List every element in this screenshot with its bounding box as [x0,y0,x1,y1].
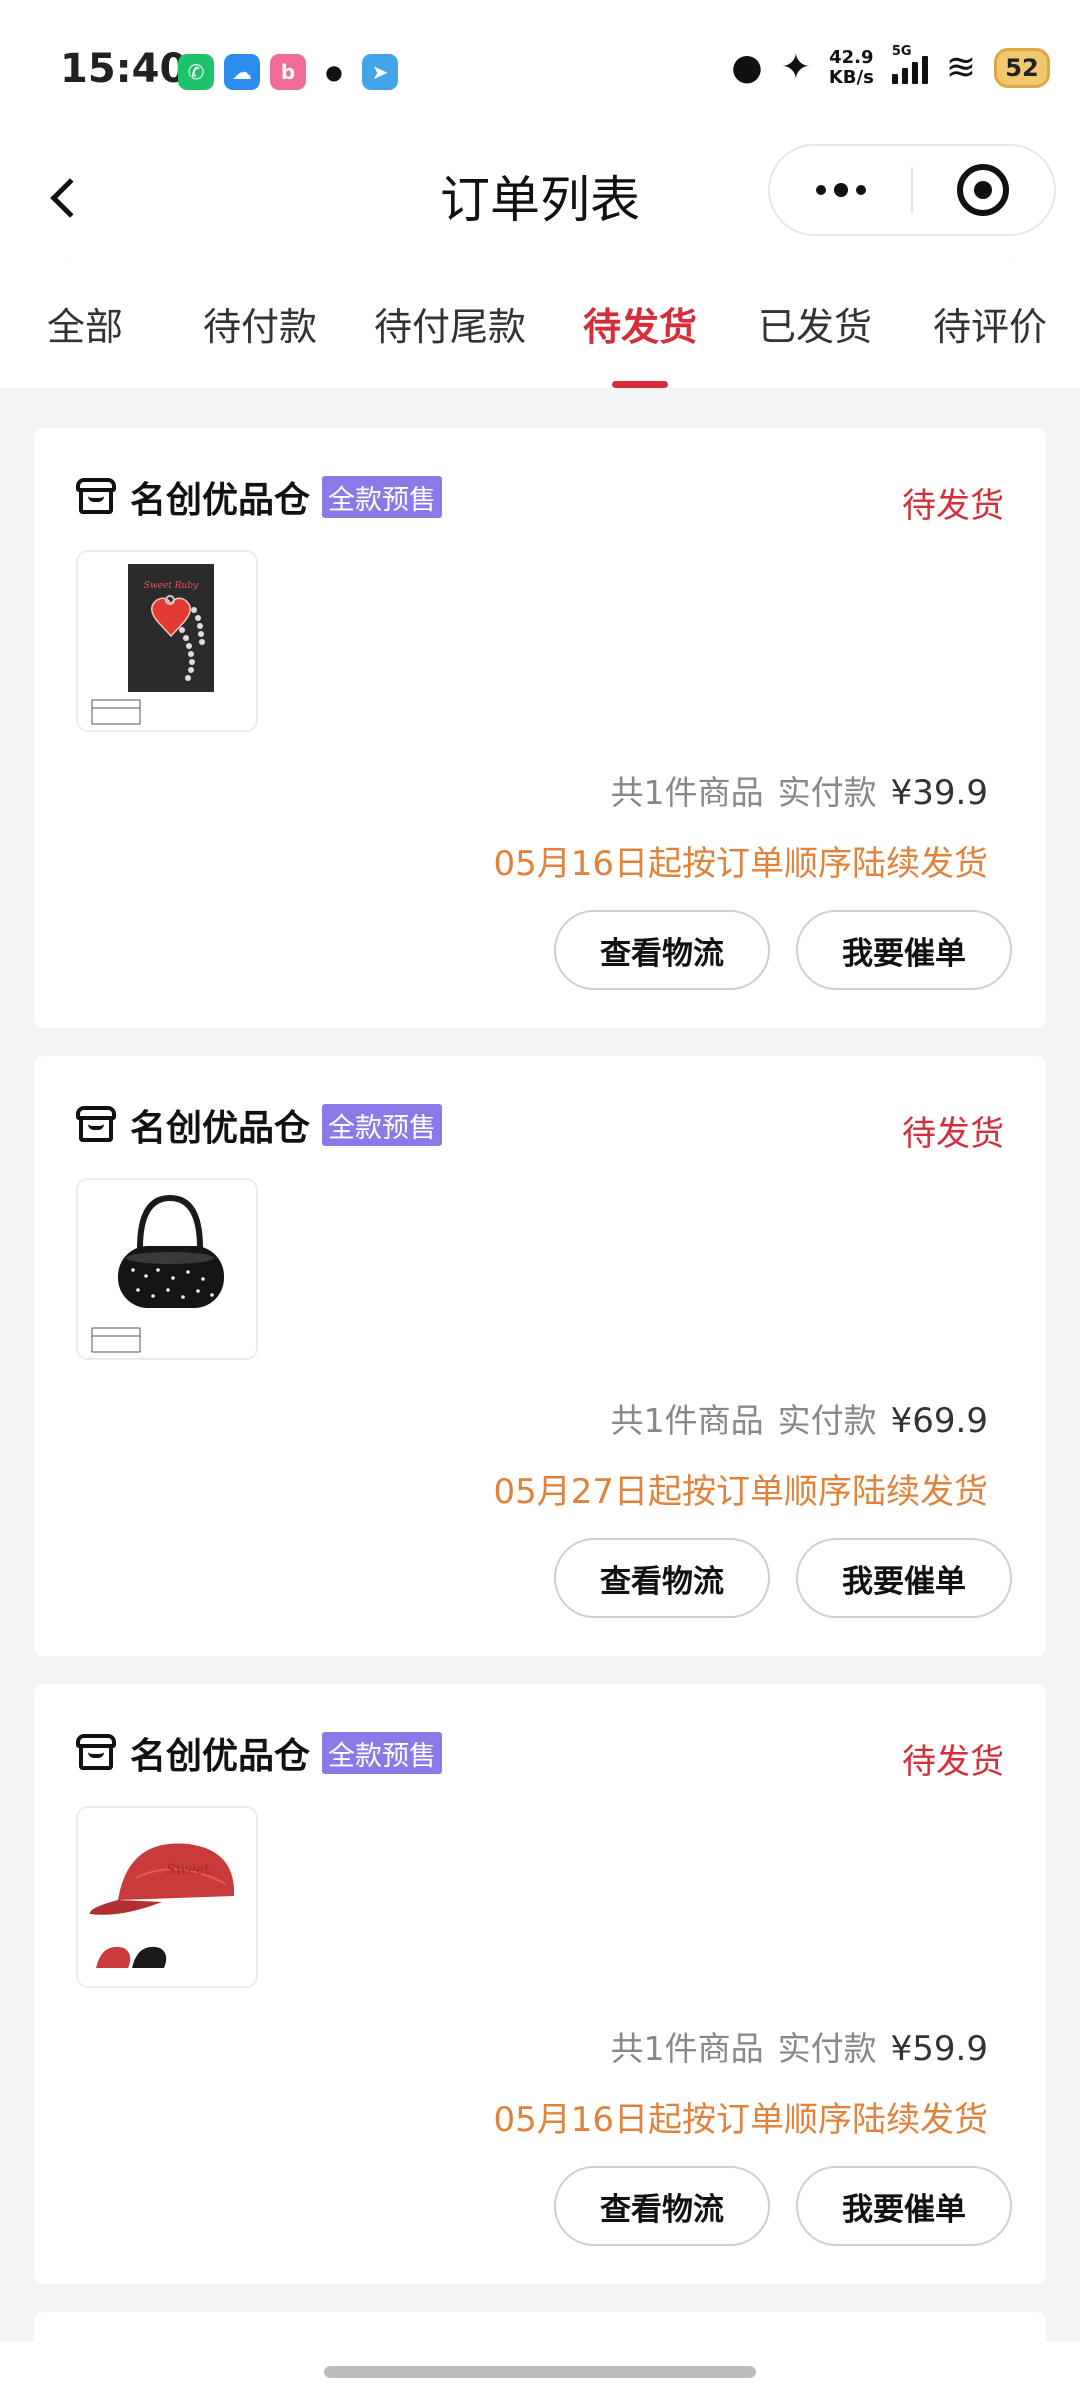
notification-icons: ✆ ☁ b ● ➤ [178,54,398,90]
shipping-note: 05月27日起按订单顺序陆续发货 [493,1472,988,1512]
order-status: 待发货 [902,1114,1004,1154]
cat-status-icon: ● [731,47,763,88]
network-speed: 42.9 KB/s [829,48,874,88]
item-count: 共1件商品 [610,773,764,812]
heart-keychain-product-image[interactable]: Sweet Ruby [76,550,258,732]
network-speed-value: 42.9 [829,47,874,68]
tab-shipped[interactable]: 已发货 [730,258,900,388]
order-status-tabs: 全部 待付款 待付尾款 待发货 已发货 待评价 [0,258,1080,388]
paid-amount: ¥39.9 [890,773,988,813]
store-row[interactable]: 名创优品仓 全款预售 [76,1728,443,1778]
navigation-bar: 订单列表 [0,140,1080,258]
more-dots-icon[interactable] [770,146,911,234]
tab-pending-review[interactable]: 待评价 [900,258,1080,388]
view-logistics-button[interactable]: 查看物流 [554,910,770,990]
order-status: 待发货 [902,1742,1004,1782]
svg-text:Sweet: Sweet [166,1862,210,1878]
order-summary: 共1件商品 实付款 ¥69.9 [611,1394,988,1442]
cellular-signal-icon: 5G [891,44,928,84]
tab-pending-balance[interactable]: 待付尾款 [350,258,550,388]
urge-order-button[interactable]: 我要催单 [796,910,1012,990]
shipping-note: 05月16日起按订单顺序陆续发货 [493,2100,988,2140]
urge-order-button[interactable]: 我要催单 [796,1538,1012,1618]
store-name: 名创优品仓 [130,1108,311,1149]
order-list: 名创优品仓 全款预售 待发货 Sweet Ruby 共1件商品 实付款 ¥39.… [34,428,1046,2352]
miniprogram-capsule [768,144,1056,236]
target-circle-icon[interactable] [913,146,1054,234]
order-card[interactable]: 名创优品仓 全款预售 待发货 Sweet Ruby 共1件商品 实付款 ¥39.… [34,428,1046,1028]
paid-label: 实付款 [777,1401,877,1440]
paid-label: 实付款 [777,2029,877,2068]
network-type: 5G [891,44,912,59]
utensils-status-icon: ✦ [780,47,811,88]
tab-pending-shipment[interactable]: 待发货 [550,258,730,388]
order-summary: 共1件商品 实付款 ¥39.9 [611,766,988,814]
black-handbag-product-image[interactable] [76,1178,258,1360]
store-icon [76,478,116,516]
item-count: 共1件商品 [610,1401,764,1440]
store-name: 名创优品仓 [130,1736,311,1777]
order-summary: 共1件商品 实付款 ¥59.9 [611,2022,988,2070]
view-logistics-button[interactable]: 查看物流 [554,1538,770,1618]
telegram-icon: ➤ [362,54,398,90]
view-logistics-button[interactable]: 查看物流 [554,2166,770,2246]
paid-label: 实付款 [777,773,877,812]
tab-pending-payment[interactable]: 待付款 [170,258,350,388]
battery-indicator: 52 [994,48,1050,88]
paid-amount: ¥59.9 [890,2029,988,2069]
bilibili-icon: b [270,54,306,90]
order-card[interactable]: 名创优品仓 全款预售 待发货 Sweet 共1件商品 实付款 ¥59.9 05月… [34,1684,1046,2284]
order-status: 待发货 [902,486,1004,526]
presale-badge: 全款预售 [322,1732,443,1774]
store-row[interactable]: 名创优品仓 全款预售 [76,472,443,522]
qq-icon: ● [316,54,352,90]
presale-badge: 全款预售 [322,1104,443,1146]
store-icon [76,1734,116,1772]
network-speed-unit: KB/s [828,67,874,88]
presale-badge: 全款预售 [322,476,443,518]
paid-amount: ¥69.9 [890,1401,988,1441]
tab-all[interactable]: 全部 [0,258,170,388]
urge-order-button[interactable]: 我要催单 [796,2166,1012,2246]
store-name: 名创优品仓 [130,480,311,521]
wechat-icon: ✆ [178,54,214,90]
status-bar: 15:40 ✆ ☁ b ● ➤ ● ✦ 42.9 KB/s 5G ≋ 52 [0,0,1080,140]
back-icon[interactable] [40,168,90,228]
store-row[interactable]: 名创优品仓 全款预售 [76,1100,443,1150]
store-icon [76,1106,116,1144]
wifi-icon: ≋ [945,47,976,88]
svg-text:Sweet Ruby: Sweet Ruby [144,581,199,591]
shipping-note: 05月16日起按订单顺序陆续发货 [493,844,988,884]
order-card[interactable]: 名创优品仓 全款预售 待发货 共1件商品 实付款 ¥69.9 05月27日起按订… [34,1056,1046,1656]
cloud-app-icon: ☁ [224,54,260,90]
item-count: 共1件商品 [610,2029,764,2068]
home-indicator[interactable] [324,2366,756,2378]
red-cap-product-image[interactable]: Sweet [76,1806,258,1988]
status-time: 15:40 [60,46,188,92]
